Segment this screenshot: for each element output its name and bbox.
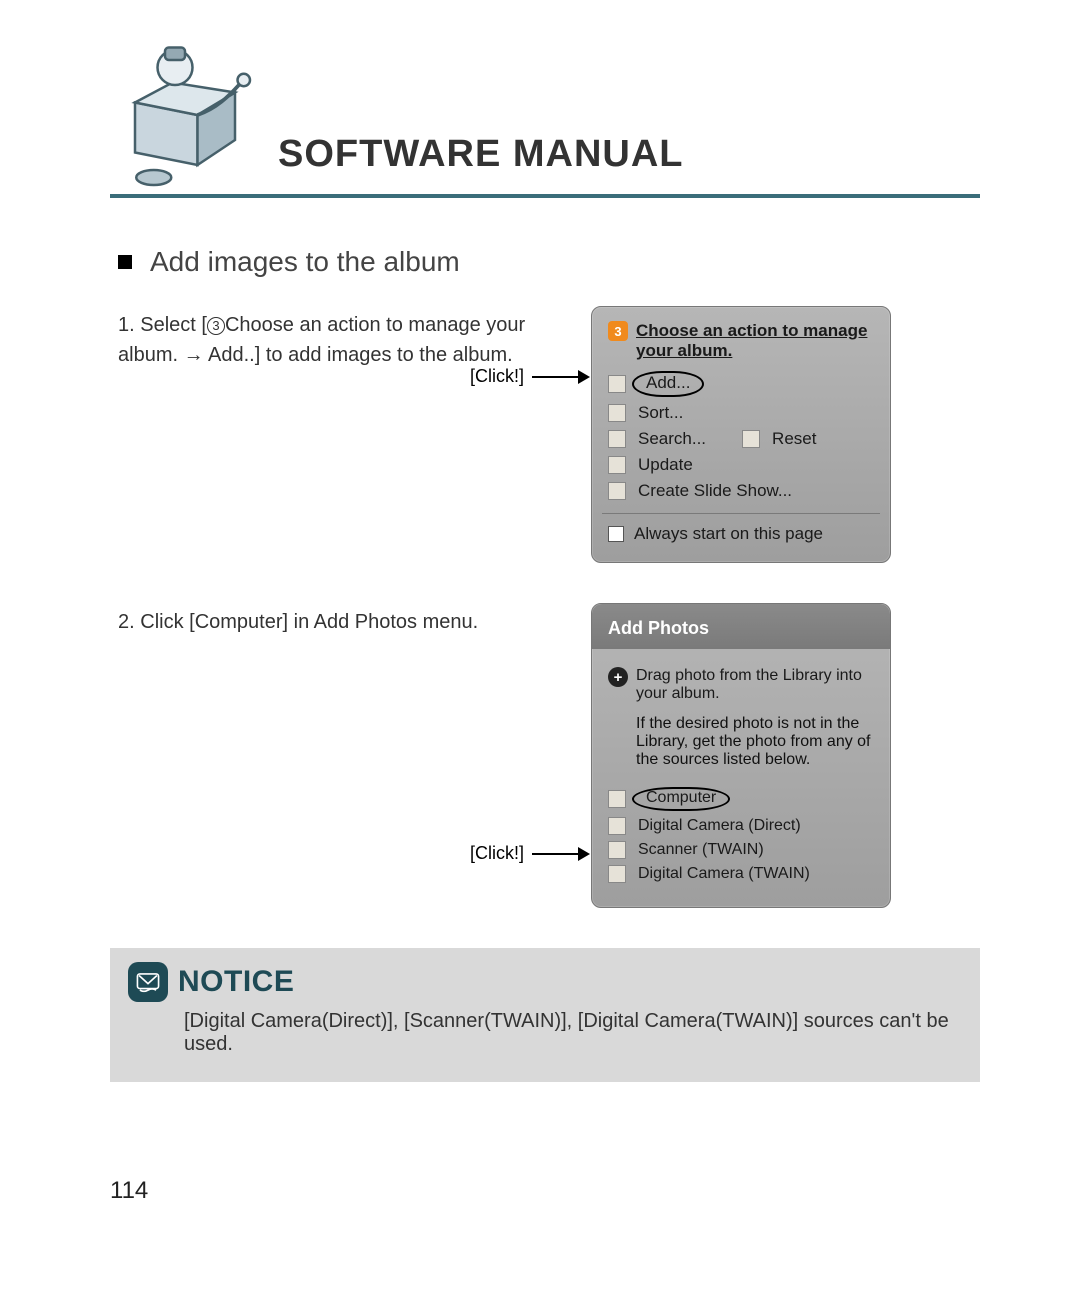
page-number: 114 — [110, 1177, 148, 1205]
click-callout-1: [Click!] — [470, 366, 590, 387]
notice-icon — [128, 962, 168, 1002]
action-update[interactable]: Update — [608, 455, 874, 475]
panel-description: If the desired photo is not in the Libra… — [636, 715, 874, 769]
source-digital-camera-direct[interactable]: Digital Camera (Direct) — [608, 817, 874, 835]
action-sort[interactable]: Sort... — [608, 403, 874, 423]
plus-icon: + — [608, 667, 628, 687]
mascot-illustration — [110, 40, 260, 190]
source-digital-camera-twain[interactable]: Digital Camera (TWAIN) — [608, 865, 874, 883]
list-item-icon — [608, 790, 626, 808]
arrow-line-icon — [532, 376, 578, 378]
step-1: 1. Select [3Choose an action to manage y… — [110, 306, 980, 563]
action-reset[interactable]: Reset — [772, 429, 816, 449]
list-item-icon — [608, 375, 626, 393]
panel-head-text: Choose an action to manage your album. — [636, 321, 874, 361]
arrow-line-icon — [532, 853, 578, 855]
step-1-text: 1. Select [3Choose an action to manage y… — [110, 306, 590, 370]
step-2-text: 2. Click [Computer] in Add Photos menu. — [110, 603, 590, 637]
source-computer[interactable]: Computer — [608, 787, 874, 811]
drag-instruction: Drag photo from the Library into your al… — [636, 667, 874, 703]
panel-choose-action: 3 Choose an action to manage your album.… — [591, 306, 891, 563]
panel-title: Add Photos — [592, 604, 890, 649]
step-number-badge: 3 — [207, 317, 225, 335]
notice-label: NOTICE — [178, 965, 294, 999]
list-item-icon — [608, 404, 626, 422]
list-item-icon — [608, 456, 626, 474]
panel-add-photos: Add Photos + Drag photo from the Library… — [591, 603, 891, 908]
click-callout-2: [Click!] — [470, 843, 590, 864]
divider — [602, 513, 880, 514]
list-item-icon — [742, 430, 760, 448]
highlight-circle-icon: Add... — [632, 371, 704, 397]
step-2: 2. Click [Computer] in Add Photos menu. … — [110, 603, 980, 908]
step-badge-icon: 3 — [608, 321, 628, 341]
list-item-icon — [608, 841, 626, 859]
action-search[interactable]: Search... — [638, 429, 706, 449]
source-scanner-twain[interactable]: Scanner (TWAIN) — [608, 841, 874, 859]
checkbox-icon — [608, 526, 624, 542]
section-heading-text: Add images to the album — [150, 246, 460, 278]
section-heading: Add images to the album — [118, 246, 980, 278]
list-item-icon — [608, 482, 626, 500]
notice-box: NOTICE [Digital Camera(Direct)], [Scanne… — [110, 948, 980, 1082]
square-bullet-icon — [118, 255, 132, 269]
action-create-slide-show[interactable]: Create Slide Show... — [608, 481, 874, 501]
list-item-icon — [608, 430, 626, 448]
page-header: SOFTWARE MANUAL — [110, 40, 980, 198]
list-item-icon — [608, 865, 626, 883]
always-start-checkbox[interactable]: Always start on this page — [608, 524, 874, 544]
notice-body: [Digital Camera(Direct)], [Scanner(TWAIN… — [184, 1010, 962, 1056]
list-item-icon — [608, 817, 626, 835]
arrow-right-icon — [578, 370, 590, 384]
arrow-right-icon — [578, 847, 590, 861]
highlight-circle-icon: Computer — [632, 787, 730, 811]
action-add[interactable]: Add... — [608, 371, 874, 397]
header-title: SOFTWARE MANUAL — [278, 133, 684, 176]
